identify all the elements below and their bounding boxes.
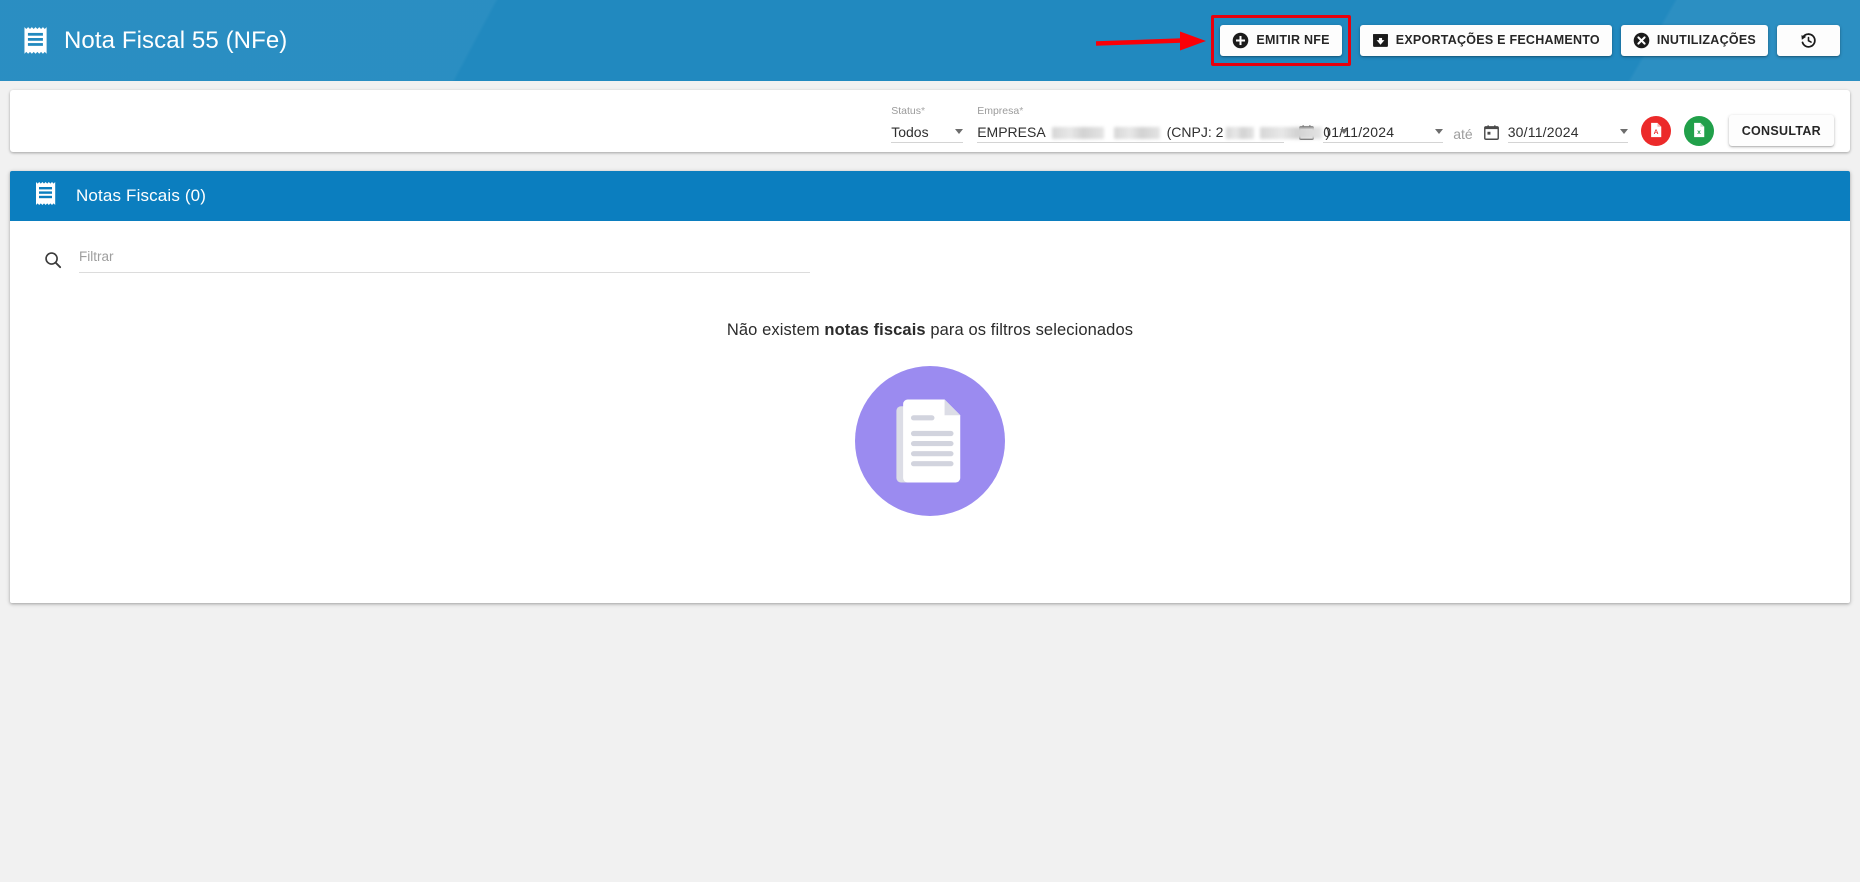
svg-text:x: x: [1697, 129, 1701, 136]
page-title: Nota Fiscal 55 (NFe): [64, 26, 288, 54]
empty-state-illustration-wrap: [10, 366, 1850, 516]
exportacoes-fechamento-label: EXPORTAÇÕES E FECHAMENTO: [1395, 33, 1600, 48]
date-end-input[interactable]: 30/11/2024: [1507, 121, 1628, 143]
export-excel-button[interactable]: x: [1683, 116, 1714, 146]
empty-text-after: para os filtros selecionados: [925, 321, 1134, 339]
pdf-icon: A: [1647, 121, 1665, 142]
empresa-label: Empresa*: [977, 105, 1024, 117]
x-circle-icon: [1633, 32, 1650, 49]
status-select[interactable]: Todos: [891, 121, 964, 143]
empresa-select[interactable]: EMPRESA (CNPJ: 2): [977, 121, 1349, 143]
history-button[interactable]: [1777, 25, 1840, 56]
empresa-name-prefix: EMPRESA: [977, 123, 1045, 140]
cnpj-redacted-2: [1260, 126, 1323, 139]
notas-fiscais-card: Notas Fiscais (0) Filtrar Não existem no…: [10, 171, 1850, 603]
header-actions: EMITIR NFE EXPORTAÇÕES E FECHAMENTO INUT…: [1096, 15, 1842, 66]
svg-text:A: A: [1653, 129, 1658, 136]
documents-illustration: [855, 366, 1005, 516]
plus-circle-icon: [1232, 32, 1249, 49]
cnpj-suffix: ): [1325, 123, 1331, 140]
exportacoes-fechamento-button[interactable]: EXPORTAÇÕES E FECHAMENTO: [1359, 25, 1612, 56]
date-range-separator: até: [1453, 126, 1473, 142]
header-brand: Nota Fiscal 55 (NFe): [22, 26, 287, 56]
cnpj-redacted: [1226, 126, 1255, 139]
empresa-name-redacted-2: [1113, 126, 1160, 139]
excel-icon: x: [1690, 121, 1708, 142]
filter-input[interactable]: Filtrar: [79, 248, 810, 273]
filter-bar: Status* Todos Empresa* EMPRESA (CNPJ: 2): [10, 90, 1850, 152]
date-end-value: 30/11/2024: [1507, 123, 1579, 140]
empty-state-message: Não existem notas fiscais para os filtro…: [10, 321, 1850, 340]
search-icon: [43, 250, 63, 270]
filter-input-placeholder: Filtrar: [79, 249, 114, 264]
download-box-icon: [1372, 32, 1389, 49]
chevron-down-icon: [955, 129, 964, 134]
receipt-icon: [22, 26, 50, 56]
consultar-button[interactable]: CONSULTAR: [1728, 115, 1834, 146]
calendar-icon[interactable]: [1483, 124, 1500, 141]
empresa-filter[interactable]: Empresa* EMPRESA (CNPJ: 2): [977, 105, 1349, 143]
cnpj-prefix: (CNPJ: 2: [1166, 123, 1224, 140]
chevron-down-icon: [1435, 129, 1444, 134]
empresa-value: EMPRESA (CNPJ: 2): [977, 122, 1330, 142]
history-clock-icon: [1799, 31, 1818, 50]
empty-state: Não existem notas fiscais para os filtro…: [10, 321, 1850, 516]
app-header: Nota Fiscal 55 (NFe) EMITIR NFE EXPORTAÇ…: [0, 0, 1860, 81]
emitir-nfe-label: EMITIR NFE: [1256, 33, 1330, 48]
emitir-nfe-highlight: EMITIR NFE: [1096, 15, 1351, 66]
empty-text-strong: notas fiscais: [824, 321, 926, 339]
annotation-arrow-icon: [1096, 31, 1207, 50]
date-start-value: 01/11/2024: [1323, 123, 1395, 140]
empty-text-before: Não existem: [726, 321, 825, 339]
status-value: Todos: [891, 123, 929, 140]
notas-fiscais-header: Notas Fiscais (0): [10, 171, 1850, 221]
filter-search-row[interactable]: Filtrar: [10, 221, 1850, 273]
chevron-down-icon: [1340, 129, 1349, 134]
inutilizacoes-label: INUTILIZAÇÕES: [1656, 33, 1756, 48]
notas-fiscais-title: Notas Fiscais (0): [76, 186, 207, 205]
receipt-icon: [34, 181, 62, 211]
emitir-nfe-button[interactable]: EMITIR NFE: [1220, 25, 1342, 56]
chevron-down-icon: [1619, 129, 1628, 134]
date-end-filter[interactable]: 30/11/2024: [1483, 121, 1628, 143]
empresa-name-redacted: [1051, 126, 1104, 139]
status-filter[interactable]: Status* Todos: [891, 105, 964, 143]
inutilizacoes-button[interactable]: INUTILIZAÇÕES: [1620, 25, 1768, 56]
export-pdf-button[interactable]: A: [1640, 116, 1671, 146]
status-label: Status*: [891, 105, 926, 117]
